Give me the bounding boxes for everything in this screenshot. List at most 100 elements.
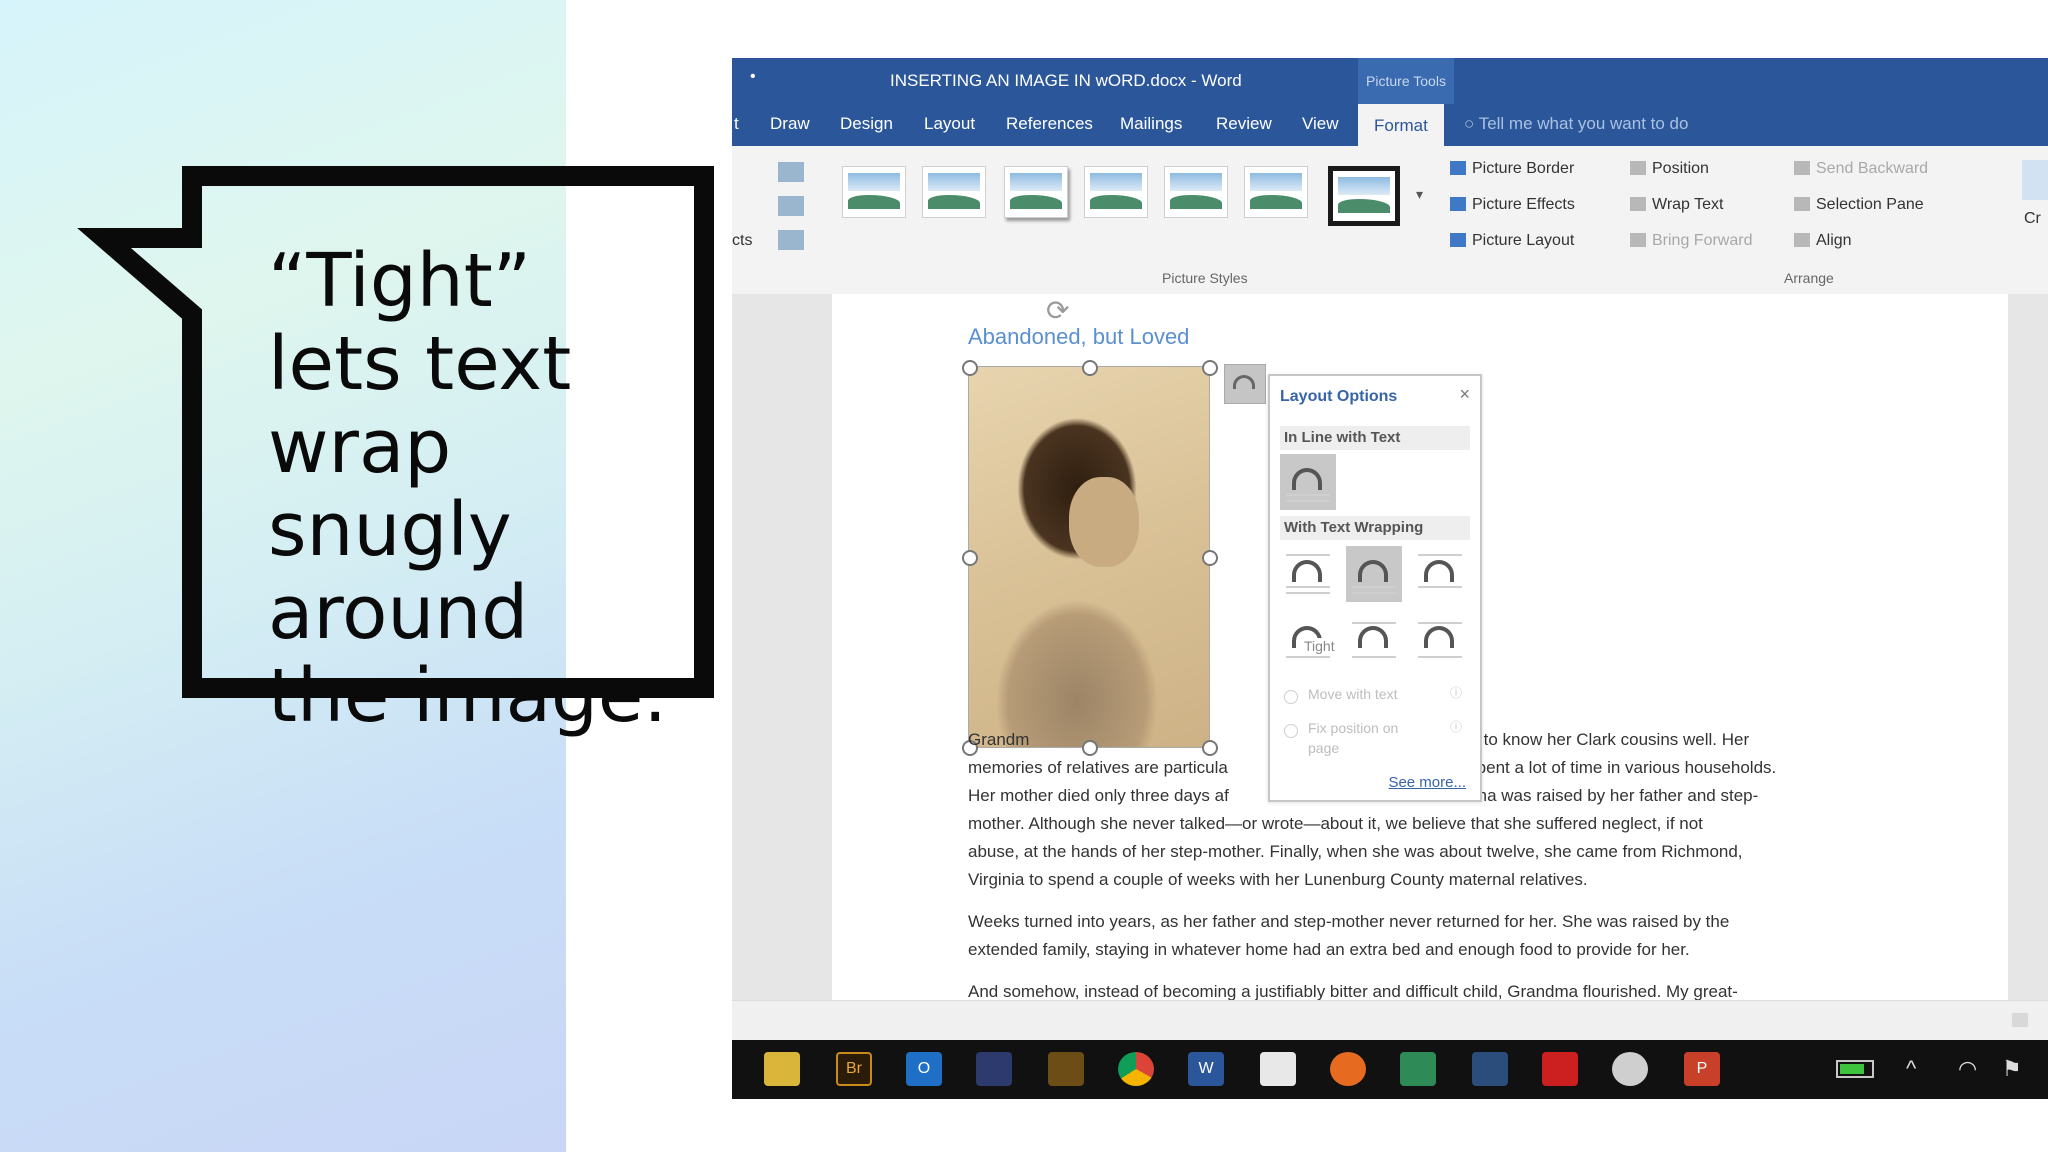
status-bar bbox=[732, 1000, 2048, 1041]
close-icon[interactable]: × bbox=[1459, 384, 1470, 405]
tab-mailings[interactable]: Mailings bbox=[1120, 104, 1182, 146]
tree-app-icon[interactable] bbox=[1400, 1052, 1436, 1086]
text-line: on to know her Clark cousins well. Her bbox=[1460, 730, 1750, 749]
document-heading: Abandoned, but Loved bbox=[968, 324, 1190, 349]
rotate-handle-icon[interactable]: ⟳ bbox=[1046, 294, 1069, 327]
callout-line: lets text bbox=[268, 321, 572, 407]
vintage-portrait-image[interactable] bbox=[968, 366, 1210, 748]
move-with-text-label: Move with text bbox=[1308, 686, 1398, 702]
cloud-app-icon[interactable] bbox=[1612, 1052, 1648, 1086]
chrome-icon[interactable] bbox=[1118, 1052, 1154, 1086]
tab-cut-off[interactable]: t bbox=[734, 104, 739, 146]
text-line: e spent a lot of time in various househo… bbox=[1454, 758, 1777, 777]
bring-forward-button[interactable]: Bring Forward bbox=[1630, 232, 1752, 250]
through-wrap-option[interactable] bbox=[1412, 546, 1468, 602]
tab-review[interactable]: Review bbox=[1216, 104, 1272, 146]
align-label: Align bbox=[1816, 232, 1852, 249]
fix-position-label: Fix position on bbox=[1308, 720, 1399, 736]
resize-handle[interactable] bbox=[1202, 550, 1218, 566]
square-wrap-option[interactable] bbox=[1280, 546, 1336, 602]
file-explorer-icon[interactable] bbox=[764, 1052, 800, 1086]
callout-line: wrap bbox=[268, 404, 452, 490]
picture-tools-context-tab: Picture Tools bbox=[1358, 58, 1454, 104]
text-line: abuse, at the hands of her step-mother. … bbox=[968, 842, 1743, 861]
resize-handle[interactable] bbox=[1202, 360, 1218, 376]
document-page[interactable]: ⟳ Abandoned, but Loved Grandm on to know… bbox=[832, 294, 2008, 1001]
picture-border-button[interactable]: Picture Border bbox=[1450, 160, 1574, 178]
app-gold-icon[interactable] bbox=[1048, 1052, 1084, 1086]
photos-icon[interactable] bbox=[1472, 1052, 1508, 1086]
tab-layout[interactable]: Layout bbox=[924, 104, 975, 146]
info-icon: ⓘ bbox=[1449, 686, 1462, 700]
resize-handle[interactable] bbox=[962, 550, 978, 566]
picture-style-5[interactable] bbox=[1164, 166, 1228, 218]
behind-text-option[interactable] bbox=[1346, 612, 1402, 668]
firefox-icon[interactable] bbox=[1330, 1052, 1366, 1086]
picture-style-3[interactable] bbox=[1004, 166, 1068, 218]
resize-handle[interactable] bbox=[962, 360, 978, 376]
tell-me-box[interactable]: ○ Tell me what you want to do bbox=[1464, 104, 1688, 146]
quick-access-icon[interactable]: • bbox=[750, 68, 756, 86]
picture-layout-label: Picture Layout bbox=[1472, 232, 1575, 249]
position-icon bbox=[1630, 161, 1646, 175]
in-front-of-text-option[interactable] bbox=[1412, 612, 1468, 668]
wrap-text-label: Wrap Text bbox=[1652, 196, 1724, 213]
picture-style-1[interactable] bbox=[842, 166, 906, 218]
picture-style-2[interactable] bbox=[922, 166, 986, 218]
crop-icon[interactable] bbox=[2022, 160, 2048, 200]
info-icon: ⓘ bbox=[1449, 720, 1462, 734]
bring-forward-label: Bring Forward bbox=[1652, 232, 1753, 249]
callout-line: around bbox=[268, 570, 529, 656]
resize-handle[interactable] bbox=[1082, 360, 1098, 376]
styles-more-icon[interactable]: ▾ bbox=[1416, 186, 1423, 203]
remove-background-icon[interactable] bbox=[778, 162, 804, 182]
corrections-icon[interactable] bbox=[778, 196, 804, 216]
selection-pane-button[interactable]: Selection Pane bbox=[1794, 196, 1924, 214]
picture-border-icon bbox=[1450, 161, 1466, 175]
tab-design[interactable]: Design bbox=[840, 104, 893, 146]
picture-effects-icon bbox=[1450, 197, 1466, 211]
picture-style-7[interactable] bbox=[1328, 166, 1400, 226]
artistic-effects-icon[interactable] bbox=[778, 230, 804, 250]
picture-layout-icon bbox=[1450, 233, 1466, 247]
callout-line: the image. bbox=[268, 653, 667, 739]
picture-border-label: Picture Border bbox=[1472, 160, 1575, 177]
crop-label-cut: Cr bbox=[2024, 210, 2041, 227]
see-more-link[interactable]: See more... bbox=[1388, 774, 1466, 791]
powerpoint-icon[interactable]: P bbox=[1684, 1052, 1720, 1086]
skype-icon[interactable] bbox=[1260, 1052, 1296, 1086]
picture-style-6[interactable] bbox=[1244, 166, 1308, 218]
creative-cloud-icon[interactable] bbox=[1542, 1052, 1578, 1086]
tab-draw[interactable]: Draw bbox=[770, 104, 810, 146]
picture-layout-button[interactable]: Picture Layout bbox=[1450, 232, 1574, 250]
fix-position-radio[interactable] bbox=[1284, 724, 1298, 738]
align-button[interactable]: Align bbox=[1794, 232, 1852, 250]
notification-icon[interactable]: ⚑ bbox=[2002, 1056, 2022, 1082]
battery-icon[interactable] bbox=[1836, 1060, 1874, 1078]
move-with-text-radio[interactable] bbox=[1284, 690, 1298, 704]
inline-with-text-option[interactable] bbox=[1280, 454, 1336, 510]
layout-options-button[interactable] bbox=[1224, 364, 1266, 404]
text-line: memories of relatives are particula bbox=[968, 758, 1228, 777]
wrap-text-button[interactable]: Wrap Text bbox=[1630, 196, 1723, 214]
tight-wrap-option[interactable] bbox=[1346, 546, 1402, 602]
align-icon bbox=[1794, 233, 1810, 247]
tab-format[interactable]: Format bbox=[1358, 104, 1444, 148]
tray-chevron-icon[interactable]: ^ bbox=[1906, 1056, 1916, 1082]
app-blue-icon[interactable] bbox=[976, 1052, 1012, 1086]
tell-me-text: Tell me what you want to do bbox=[1478, 114, 1689, 133]
tab-references[interactable]: References bbox=[1006, 104, 1093, 146]
picture-effects-button[interactable]: Picture Effects bbox=[1450, 196, 1575, 214]
word-icon[interactable]: W bbox=[1188, 1052, 1224, 1086]
picture-style-4[interactable] bbox=[1084, 166, 1148, 218]
bridge-icon[interactable]: Br bbox=[836, 1052, 872, 1086]
tight-tooltip: Tight bbox=[1304, 638, 1335, 654]
tab-view[interactable]: View bbox=[1302, 104, 1339, 146]
outlook-icon[interactable]: O bbox=[906, 1052, 942, 1086]
zoom-icon[interactable] bbox=[2012, 1013, 2028, 1027]
send-backward-icon bbox=[1794, 161, 1810, 175]
wifi-icon[interactable]: ◠ bbox=[1958, 1056, 1977, 1082]
position-button[interactable]: Position bbox=[1630, 160, 1709, 178]
document-title: INSERTING AN IMAGE IN wORD.docx - Word bbox=[890, 71, 1242, 90]
send-backward-button[interactable]: Send Backward bbox=[1794, 160, 1928, 178]
